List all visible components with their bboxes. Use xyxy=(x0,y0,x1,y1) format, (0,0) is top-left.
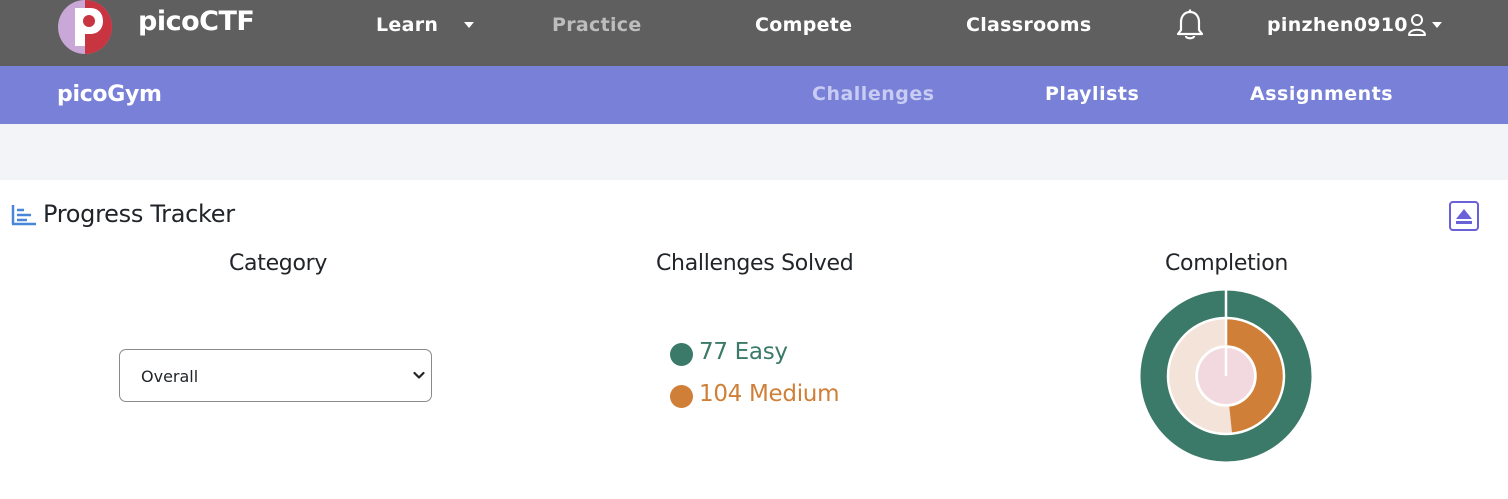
select-chevron-icon xyxy=(413,371,425,379)
category-select[interactable]: Overall xyxy=(119,349,432,402)
progress-tracker-title: Progress Tracker xyxy=(43,200,235,228)
bell-icon[interactable] xyxy=(1175,9,1205,41)
tab-challenges[interactable]: Challenges xyxy=(812,83,935,105)
bar-chart-icon xyxy=(11,205,36,226)
picogym-navbar: picoGym Challenges Playlists Assignments xyxy=(0,66,1508,124)
chevron-down-icon[interactable] xyxy=(1432,22,1442,28)
chevron-down-icon[interactable] xyxy=(464,22,474,28)
tab-playlists[interactable]: Playlists xyxy=(1045,83,1139,105)
collapse-up-icon[interactable] xyxy=(1449,201,1479,231)
top-navbar: picoCTF Learn Practice Compete Classroom… xyxy=(0,0,1508,66)
nav-classrooms[interactable]: Classrooms xyxy=(966,14,1091,36)
username[interactable]: pinzhen0910 xyxy=(1267,14,1408,36)
medium-dot xyxy=(670,385,693,408)
solved-easy-label: 77 Easy xyxy=(699,339,788,365)
completion-donut-chart xyxy=(1140,290,1312,462)
completion-heading: Completion xyxy=(1165,251,1289,276)
tab-assignments[interactable]: Assignments xyxy=(1250,83,1393,105)
picogym-brand[interactable]: picoGym xyxy=(57,82,162,107)
picoctf-logo[interactable] xyxy=(57,0,113,54)
easy-dot xyxy=(670,343,693,366)
nav-practice[interactable]: Practice xyxy=(552,14,642,36)
page-banner-area xyxy=(0,124,1508,180)
nav-learn[interactable]: Learn xyxy=(376,14,438,36)
solved-medium-label: 104 Medium xyxy=(699,381,840,407)
category-heading: Category xyxy=(229,251,328,276)
challenges-solved-heading: Challenges Solved xyxy=(656,251,854,276)
nav-compete[interactable]: Compete xyxy=(755,14,852,36)
user-icon[interactable] xyxy=(1408,13,1430,37)
brand-name[interactable]: picoCTF xyxy=(138,6,255,37)
category-select-value: Overall xyxy=(141,367,199,386)
